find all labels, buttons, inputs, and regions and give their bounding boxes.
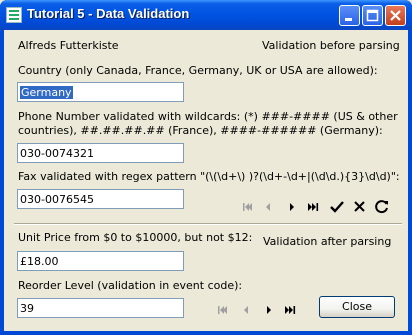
close-button[interactable]: Close	[319, 296, 395, 318]
next-icon	[267, 306, 271, 314]
nav2-first-button[interactable]	[213, 301, 231, 319]
phone-label-line2: countries), ##.##.##.## (France), ####-#…	[18, 124, 383, 137]
next-icon	[290, 203, 294, 211]
first-icon	[218, 306, 227, 314]
refresh-button[interactable]	[373, 198, 391, 216]
phone-input[interactable]: 030-0074321	[17, 143, 184, 163]
cancel-icon	[354, 201, 365, 212]
close-icon	[390, 10, 401, 21]
cancel-button[interactable]	[351, 198, 369, 216]
minimize-icon	[345, 18, 352, 21]
main-window: Tutorial 5 - Data Validation Alfreds Fut…	[0, 0, 412, 335]
nav2-last-button[interactable]	[282, 301, 300, 319]
fax-label: Fax validated with regex pattern "(\(\d+…	[18, 170, 400, 183]
last-icon	[285, 306, 296, 314]
company-name: Alfreds Futterkiste	[18, 39, 119, 52]
app-icon	[6, 7, 22, 23]
first-icon	[243, 203, 252, 211]
refresh-icon	[375, 200, 388, 214]
nav2-prev-button[interactable]	[237, 301, 255, 319]
unit-price-input[interactable]: £18.00	[17, 251, 184, 271]
reorder-level-label: Reorder Level (validation in event code)…	[18, 279, 243, 292]
reorder-level-input[interactable]: 39	[17, 298, 184, 318]
nav-last-button[interactable]	[305, 198, 323, 216]
prev-icon	[244, 306, 248, 314]
phone-label-line1: Phone Number validated with wildcards: (…	[18, 110, 398, 123]
window-frame-bottom	[0, 331, 412, 335]
last-icon	[308, 203, 319, 211]
validation-after-label: Validation after parsing	[263, 235, 392, 248]
check-icon	[330, 201, 344, 213]
section-divider	[14, 223, 402, 225]
prev-icon	[266, 203, 270, 211]
title-bar[interactable]: Tutorial 5 - Data Validation	[0, 0, 412, 30]
maximize-button[interactable]	[362, 5, 383, 26]
window-frame-right	[408, 30, 412, 335]
country-input[interactable]: Germany	[17, 82, 184, 102]
maximize-icon	[366, 9, 379, 22]
nav-next-button[interactable]	[283, 198, 301, 216]
minimize-button[interactable]	[339, 5, 360, 26]
nav2-next-button[interactable]	[260, 301, 278, 319]
nav-first-button[interactable]	[238, 198, 256, 216]
window-title: Tutorial 5 - Data Validation	[27, 6, 190, 21]
close-window-button[interactable]	[385, 5, 406, 26]
unit-price-label: Unit Price from $0 to $10000, but not $1…	[18, 231, 253, 244]
country-value: Germany	[20, 86, 73, 99]
nav-prev-button[interactable]	[259, 198, 277, 216]
country-label: Country (only Canada, France, Germany, U…	[18, 64, 378, 77]
fax-input[interactable]: 030-0076545	[17, 189, 184, 209]
save-check-button[interactable]	[328, 198, 346, 216]
validation-before-label: Validation before parsing	[262, 39, 400, 52]
